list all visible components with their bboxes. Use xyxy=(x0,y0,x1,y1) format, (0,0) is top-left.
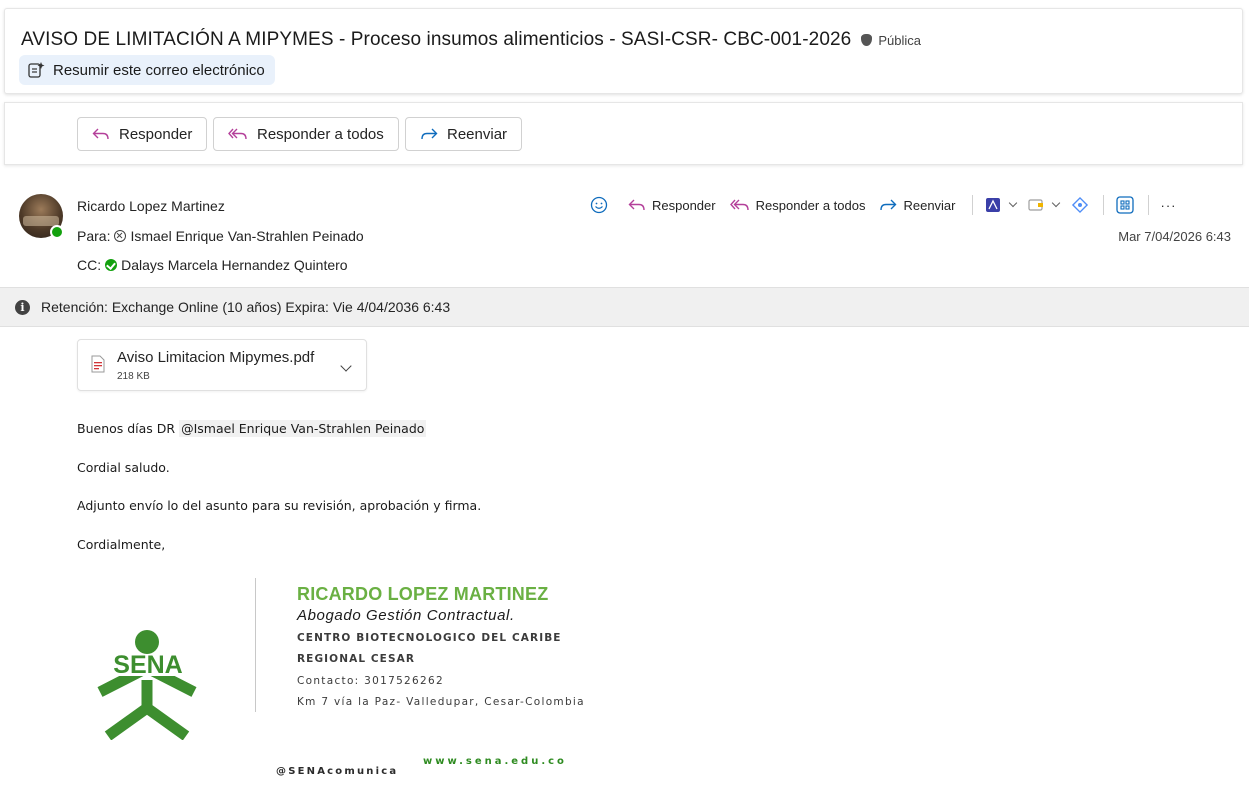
subject-text: AVISO DE LIMITACIÓN A MIPYMES - Proceso … xyxy=(21,29,852,50)
reply-label: Responder xyxy=(119,125,193,143)
sensitivity-label: Pública xyxy=(878,32,921,48)
greeting-text: Buenos días DR xyxy=(77,421,176,436)
signature-website[interactable]: www.sena.edu.co xyxy=(423,756,567,767)
loop-addin-button[interactable] xyxy=(1071,196,1089,214)
header-forward-button[interactable]: Reenviar xyxy=(879,197,956,213)
signature-regional: REGIONAL CESAR xyxy=(297,653,416,665)
body-greeting: Buenos días DR @Ismael Enrique Van-Strah… xyxy=(77,420,427,437)
apps-button[interactable] xyxy=(1115,196,1134,214)
reply-icon xyxy=(92,128,109,140)
subject-card: AVISO DE LIMITACIÓN A MIPYMES - Proceso … xyxy=(4,8,1243,94)
reply-toolbar: Responder Responder a todos Reenviar xyxy=(4,102,1243,165)
toolbar-divider xyxy=(1102,195,1104,215)
summarize-label: Resumir este correo electrónico xyxy=(53,61,265,79)
cc-label: CC: xyxy=(77,257,102,273)
mention-chip[interactable]: @Ismael Enrique Van-Strahlen Peinado xyxy=(179,420,427,437)
cc-line: CC: Dalays Marcela Hernandez Quintero xyxy=(77,257,348,273)
signature-handle[interactable]: @SENAcomunica xyxy=(276,766,398,777)
message-actions: Responder Responder a todos Reenviar ··· xyxy=(590,194,1189,216)
presence-available-icon xyxy=(105,259,118,271)
pdf-app-icon xyxy=(985,198,1000,212)
to-label: Para: xyxy=(77,228,111,244)
attachment-name: Aviso Limitacion Mipymes.pdf xyxy=(117,349,315,366)
chevron-down-icon[interactable] xyxy=(340,360,352,372)
sena-logo-text: SENA xyxy=(113,651,182,679)
reply-all-button[interactable]: Responder a todos xyxy=(213,117,399,151)
sensitivity-badge[interactable]: Pública xyxy=(861,33,921,48)
forward-icon xyxy=(880,199,897,211)
header-reply-all-label: Responder a todos xyxy=(755,197,866,213)
signature-role: Abogado Gestión Contractual. xyxy=(297,607,515,624)
card-flag-icon xyxy=(1027,199,1043,211)
body-line: Cordialmente, xyxy=(77,537,166,552)
retention-text: Retención: Exchange Online (10 años) Exp… xyxy=(41,299,451,315)
to-recipient[interactable]: Ismael Enrique Van-Strahlen Peinado xyxy=(130,228,363,244)
reply-all-label: Responder a todos xyxy=(257,125,384,143)
header-forward-label: Reenviar xyxy=(903,197,956,213)
cc-recipient[interactable]: Dalays Marcela Hernandez Quintero xyxy=(121,257,347,273)
signature-address: Km 7 vía la Paz- Valledupar, Cesar-Colom… xyxy=(297,696,585,708)
attachment-card[interactable]: Aviso Limitacion Mipymes.pdf 218 KB xyxy=(77,339,367,391)
summarize-button[interactable]: Resumir este correo electrónico xyxy=(19,55,275,85)
rules-addin-button[interactable] xyxy=(1027,198,1060,212)
forward-label: Reenviar xyxy=(447,125,508,143)
reply-button[interactable]: Responder xyxy=(77,117,208,151)
toolbar-divider xyxy=(1147,195,1149,215)
sender-name[interactable]: Ricardo Lopez Martinez xyxy=(77,198,225,214)
attachment-size: 218 KB xyxy=(117,371,150,382)
header-reply-label: Responder xyxy=(652,197,716,213)
sender-name-text: Ricardo Lopez Martinez xyxy=(77,198,225,214)
header-reply-all-button[interactable]: Responder a todos xyxy=(729,197,866,213)
body-line: Adjunto envío lo del asunto para su revi… xyxy=(77,498,482,513)
presence-available-icon xyxy=(50,225,64,239)
sena-logo: SENA xyxy=(90,630,206,740)
retention-banner: i Retención: Exchange Online (10 años) E… xyxy=(0,287,1249,327)
more-icon: ··· xyxy=(1160,197,1177,213)
presence-offline-icon xyxy=(114,230,127,242)
message-date: Mar 7/04/2026 6:43 xyxy=(1118,229,1231,244)
info-icon: i xyxy=(15,299,30,315)
reply-all-icon xyxy=(228,128,247,140)
shield-icon xyxy=(861,34,873,46)
smiley-icon xyxy=(590,196,608,214)
summary-sparkle-icon xyxy=(28,62,45,78)
header-reply-button[interactable]: Responder xyxy=(628,198,716,213)
diamond-link-icon xyxy=(1071,196,1088,214)
toolbar-divider xyxy=(971,195,973,215)
chevron-down-icon xyxy=(1008,198,1017,208)
apps-grid-icon xyxy=(1115,196,1134,214)
body-line: Cordial saludo. xyxy=(77,460,170,475)
pdf-file-icon xyxy=(91,355,105,373)
forward-button[interactable]: Reenviar xyxy=(405,117,523,151)
reply-all-icon xyxy=(729,199,749,211)
email-subject: AVISO DE LIMITACIÓN A MIPYMES - Proceso … xyxy=(21,29,921,51)
reply-icon xyxy=(628,199,645,211)
signature-contact: Contacto: 3017526262 xyxy=(297,675,444,687)
chevron-down-icon xyxy=(1051,198,1060,208)
more-actions-button[interactable]: ··· xyxy=(1161,198,1177,213)
signature-name: RICARDO LOPEZ MARTINEZ xyxy=(297,584,549,604)
signature-center: CENTRO BIOTECNOLOGICO DEL CARIBE xyxy=(297,632,562,644)
pdf-addin-button[interactable] xyxy=(985,197,1017,213)
emoji-reaction-button[interactable] xyxy=(590,196,614,214)
to-line: Para: Ismael Enrique Van-Strahlen Peinad… xyxy=(77,228,364,244)
signature-divider xyxy=(255,578,256,712)
forward-icon xyxy=(421,128,438,140)
